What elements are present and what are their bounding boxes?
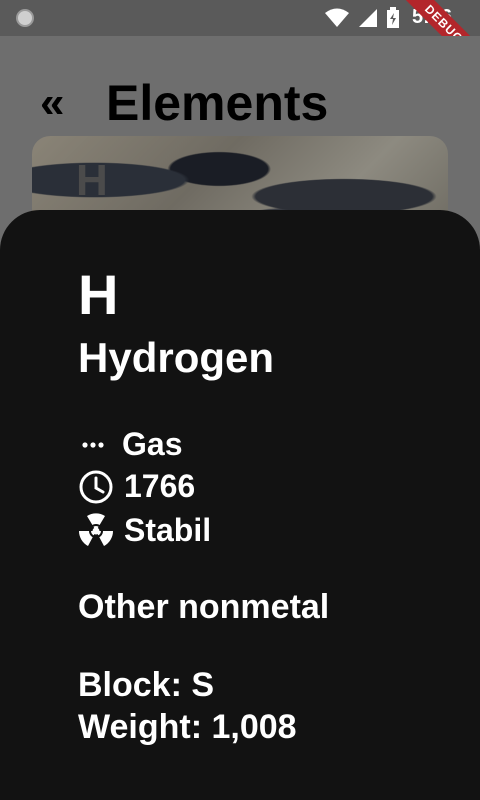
element-category: Other nonmetal <box>78 588 330 626</box>
radiation-icon <box>79 512 113 546</box>
element-stability: Stabil <box>124 512 212 548</box>
signal-icon <box>358 8 377 27</box>
clock-icon <box>79 470 113 503</box>
app-bar: « Elements <box>0 36 480 136</box>
element-symbol: H <box>78 263 119 326</box>
element-weight: Weight: 1,008 <box>78 708 297 746</box>
element-state: Gas <box>122 426 183 462</box>
page-title: Elements <box>106 75 329 131</box>
discovery-row: 1766 <box>78 468 195 505</box>
battery-icon <box>386 6 399 28</box>
wifi-icon <box>324 8 349 27</box>
element-detail-sheet: H Hydrogen Gas 1766 Stabil Other nonmeta… <box>0 210 480 800</box>
double-chevron-left-icon[interactable]: « <box>40 78 64 128</box>
state-row: Gas <box>78 426 182 463</box>
card-symbol: H <box>76 156 108 205</box>
discovery-year: 1766 <box>124 468 196 504</box>
dots-horizontal-icon <box>82 441 104 448</box>
element-name: Hydrogen <box>78 334 275 381</box>
notification-icon <box>16 9 34 27</box>
status-bar: 5:06 DEBUG <box>0 0 480 81</box>
element-block: Block: S <box>78 666 215 704</box>
stability-row: Stabil <box>78 512 211 549</box>
